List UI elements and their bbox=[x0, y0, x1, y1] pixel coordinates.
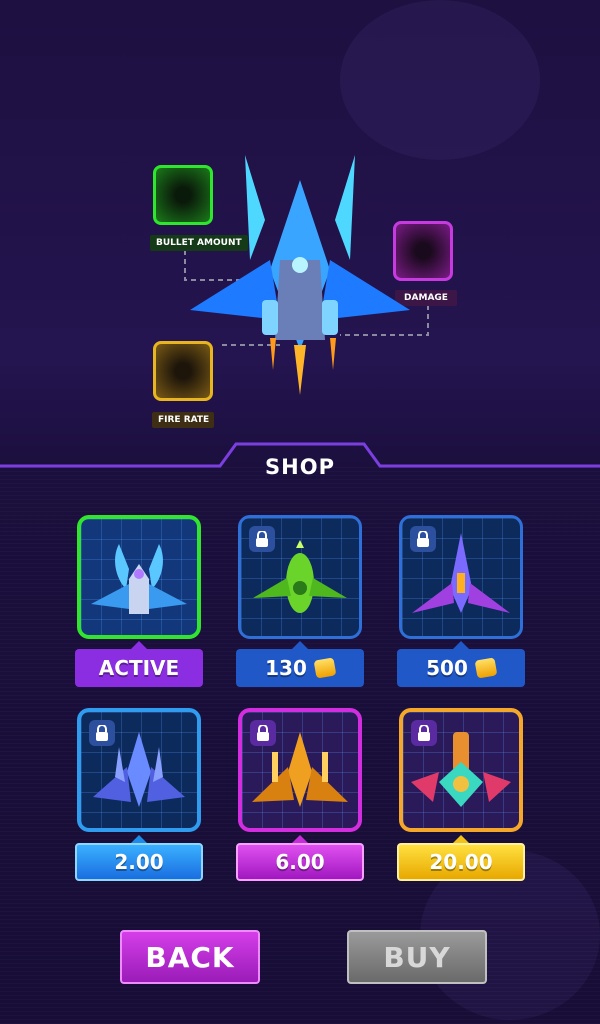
active-status-badge: ACTIVE bbox=[75, 649, 203, 687]
card-pointer bbox=[453, 641, 469, 649]
price-button[interactable]: 20.00 bbox=[397, 843, 525, 881]
price-value: 20.00 bbox=[429, 850, 493, 874]
price-button[interactable]: 6.00 bbox=[236, 843, 364, 881]
price-button[interactable]: 130 bbox=[236, 649, 364, 687]
shop-item-card[interactable] bbox=[238, 515, 362, 639]
player-ship-preview bbox=[190, 155, 410, 395]
gem-coin-icon bbox=[474, 657, 498, 679]
shop-item-card[interactable] bbox=[238, 708, 362, 832]
shop-item-card[interactable] bbox=[77, 515, 201, 639]
shop-title: SHOP bbox=[265, 455, 335, 479]
card-pointer bbox=[292, 641, 308, 649]
buy-label: BUY bbox=[383, 940, 451, 974]
shop-item-card[interactable] bbox=[399, 708, 523, 832]
ship-icon bbox=[91, 544, 187, 614]
card-pointer bbox=[453, 835, 469, 843]
shop-item-card[interactable] bbox=[77, 708, 201, 832]
ship-icon bbox=[411, 732, 511, 807]
ship-icon bbox=[412, 533, 510, 613]
card-pointer bbox=[131, 835, 147, 843]
price-button[interactable]: 500 bbox=[397, 649, 525, 687]
card-pointer bbox=[131, 641, 147, 649]
price-value: 6.00 bbox=[275, 850, 325, 874]
price-value: 500 bbox=[426, 656, 468, 680]
ship-icon bbox=[93, 732, 185, 807]
shop-item-card[interactable] bbox=[399, 515, 523, 639]
buy-button[interactable]: BUY bbox=[347, 930, 487, 984]
card-pointer bbox=[292, 835, 308, 843]
back-label: BACK bbox=[145, 940, 235, 974]
active-label: ACTIVE bbox=[98, 656, 180, 680]
ship-icon bbox=[252, 732, 348, 807]
ship-icon bbox=[253, 540, 347, 613]
fire-rate-label: FIRE RATE bbox=[152, 412, 214, 428]
gem-coin-icon bbox=[313, 657, 337, 679]
price-value: 2.00 bbox=[114, 850, 164, 874]
back-button[interactable]: BACK bbox=[120, 930, 260, 984]
price-value: 130 bbox=[265, 656, 307, 680]
price-button[interactable]: 2.00 bbox=[75, 843, 203, 881]
